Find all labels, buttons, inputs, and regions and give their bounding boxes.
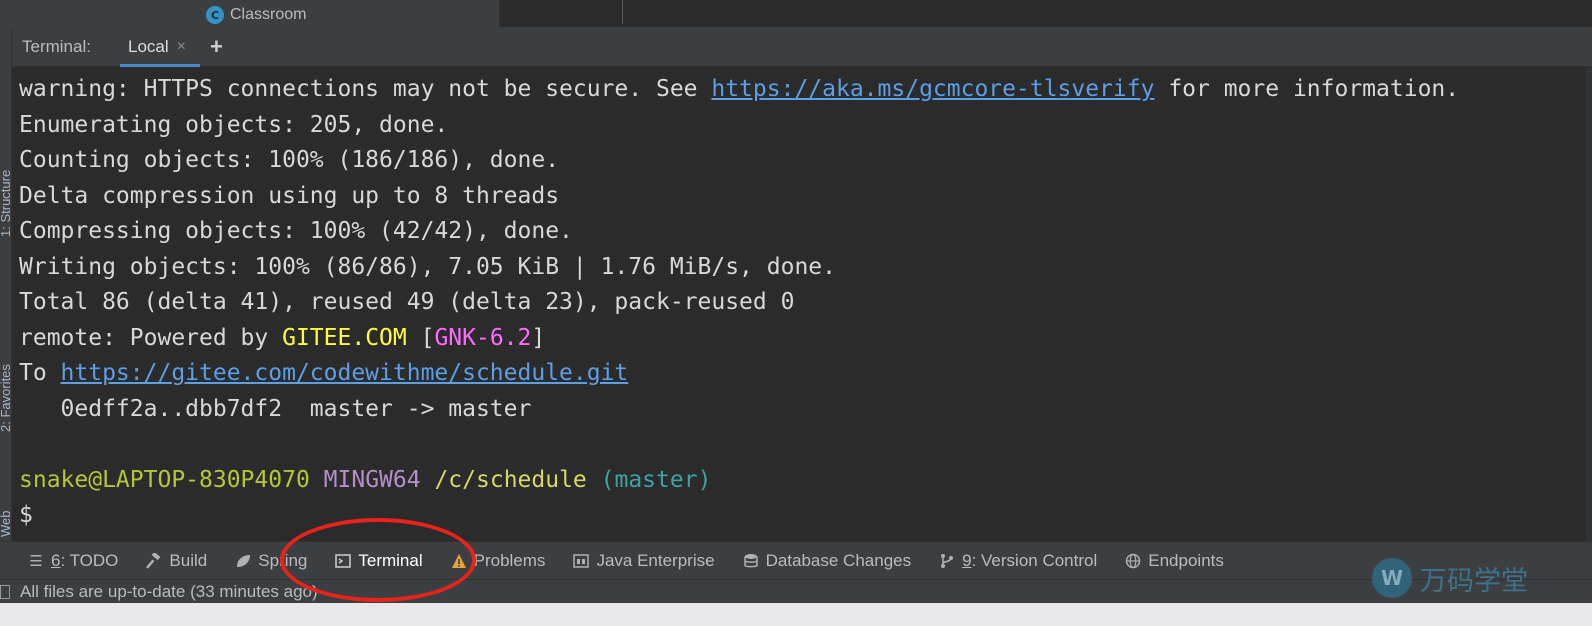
terminal-label: Terminal xyxy=(358,550,423,570)
terminal-line: warning: HTTPS connections may not be se… xyxy=(19,72,1592,108)
prompt-branch: (master) xyxy=(600,466,712,493)
terminal-title: Terminal: xyxy=(22,36,91,56)
terminal-line: Delta compression using up to 8 threads xyxy=(19,182,560,209)
terminal-tool-button[interactable]: Terminal xyxy=(335,542,423,580)
prompt-symbol: $ xyxy=(19,502,33,528)
terminal-icon xyxy=(335,553,352,569)
terminal-line: remote: Powered by GITEE.COM [GNK-6.2] xyxy=(19,321,1592,357)
tree-item-classroom[interactable]: C Classroom xyxy=(206,6,306,24)
version-control-tool-button[interactable]: 9: Version Control xyxy=(939,542,1097,580)
terminal-line: Enumerating objects: 205, done. xyxy=(19,111,449,138)
top-strip: C Classroom xyxy=(0,0,1592,27)
spring-leaf-icon xyxy=(235,553,251,569)
version-control-text: : Version Control xyxy=(971,550,1098,570)
globe-icon xyxy=(1125,553,1141,569)
terminal-line: 0edff2a..dbb7df2 master -> master xyxy=(19,395,532,422)
left-tool-stripe: 1: Structure 2: Favorites Web xyxy=(0,27,12,541)
watermark-logo-icon: W xyxy=(1372,558,1412,598)
spring-tool-button[interactable]: Spring xyxy=(235,542,307,580)
line-text: [ xyxy=(406,324,435,351)
java-enterprise-label: Java Enterprise xyxy=(596,550,715,570)
terminal-scrollbar[interactable] xyxy=(1586,68,1592,541)
tree-item-label: Classroom xyxy=(230,6,307,23)
line-text: for more information. xyxy=(1154,76,1460,102)
database-changes-tool-button[interactable]: Database Changes xyxy=(743,542,912,580)
class-icon: C xyxy=(206,6,224,24)
gnk-text: GNK-6.2 xyxy=(434,324,532,351)
problems-label: Problems xyxy=(473,550,546,570)
tool-window-bar: ☰ 6: TODO Build Spring Terminal Problems… xyxy=(0,541,1592,579)
todo-tool-button[interactable]: ☰ 6: TODO xyxy=(28,542,118,580)
project-tree-panel: C Classroom xyxy=(0,0,500,27)
java-enterprise-icon xyxy=(573,553,590,569)
hammer-icon xyxy=(146,552,162,569)
terminal-line: Writing objects: 100% (86/86), 7.05 KiB … xyxy=(19,253,836,280)
terminal-prompt-line: snake@LAPTOP-830P4070 MINGW64 /c/schedul… xyxy=(19,463,1592,499)
version-control-icon xyxy=(939,553,955,569)
watermark: W 万码学堂 xyxy=(1372,558,1528,598)
terminal-input-line[interactable]: $ xyxy=(19,498,1592,534)
version-control-number: 9 xyxy=(962,550,972,570)
build-label: Build xyxy=(169,550,208,570)
taskbar-edge xyxy=(0,603,1592,626)
line-text: ] xyxy=(531,324,546,351)
add-tab-icon[interactable]: + xyxy=(210,35,223,58)
database-changes-label: Database Changes xyxy=(765,550,912,570)
prompt-path: /c/schedule xyxy=(434,466,587,493)
editor-divider xyxy=(622,0,623,24)
close-icon[interactable]: × xyxy=(177,38,186,56)
line-text: To xyxy=(19,360,61,386)
build-tool-button[interactable]: Build xyxy=(146,542,207,580)
list-icon: ☰ xyxy=(29,552,43,570)
terminal-line: Counting objects: 100% (186/186), done. xyxy=(19,147,560,173)
gitee-text: GITEE.COM xyxy=(282,324,407,351)
prompt-env: MINGW64 xyxy=(323,466,421,493)
terminal-line: Compressing objects: 100% (42/42), done. xyxy=(19,218,573,244)
line-text: warning: HTTPS connections may not be se… xyxy=(19,76,712,102)
status-message: All files are up-to-date (33 minutes ago… xyxy=(20,581,318,601)
prompt-user: snake@LAPTOP-830P4070 xyxy=(19,466,310,493)
terminal-line: To https://gitee.com/codewithme/schedule… xyxy=(19,356,1592,392)
tab-local-label: Local xyxy=(128,36,169,56)
todo-text: : TODO xyxy=(60,550,119,570)
database-icon xyxy=(743,553,759,569)
terminal-output[interactable]: warning: HTTPS connections may not be se… xyxy=(12,68,1592,541)
terminal-header: Terminal: Local × + xyxy=(12,27,1592,67)
status-bar: All files are up-to-date (33 minutes ago… xyxy=(0,579,1592,603)
warning-icon xyxy=(451,553,467,569)
java-enterprise-tool-button[interactable]: Java Enterprise xyxy=(573,542,715,580)
watermark-text: 万码学堂 xyxy=(1420,565,1528,597)
endpoints-label: Endpoints xyxy=(1148,550,1224,570)
spring-label: Spring xyxy=(258,550,308,570)
terminal-line: Total 86 (delta 41), reused 49 (delta 23… xyxy=(19,289,795,315)
status-toggle-icon[interactable] xyxy=(0,584,10,599)
tab-local[interactable]: Local × xyxy=(120,27,200,67)
version-control-label: 9: Version Control xyxy=(962,551,1097,571)
favorites-tab[interactable]: 2: Favorites xyxy=(0,364,11,432)
line-text: remote: Powered by xyxy=(19,324,283,351)
tlsverify-link[interactable]: https://aka.ms/gcmcore-tlsverify xyxy=(711,76,1154,102)
structure-tab[interactable]: 1: Structure xyxy=(0,170,11,237)
endpoints-tool-button[interactable]: Endpoints xyxy=(1125,542,1224,580)
repo-link[interactable]: https://gitee.com/codewithme/schedule.gi… xyxy=(61,360,629,386)
web-tab[interactable]: Web xyxy=(0,511,11,538)
problems-tool-button[interactable]: Problems xyxy=(451,542,546,580)
todo-label: 6: TODO xyxy=(51,551,118,571)
